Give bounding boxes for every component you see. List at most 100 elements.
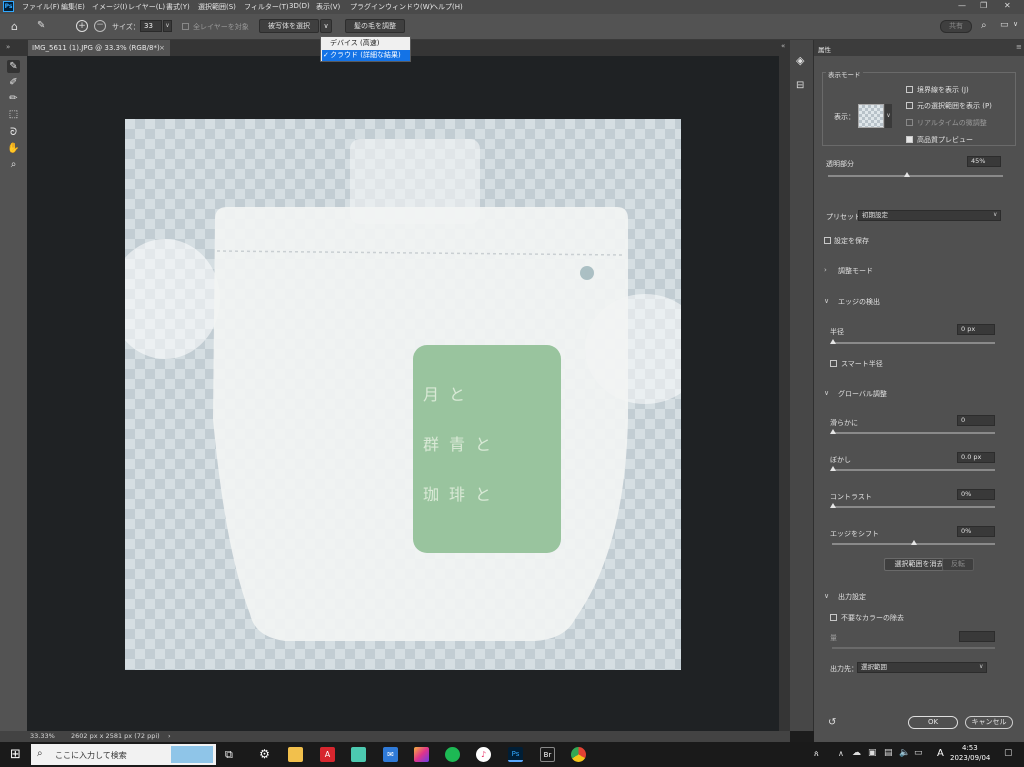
restore-icon[interactable]: ❐ — [980, 1, 987, 10]
reset-icon[interactable]: ↺ — [828, 717, 836, 728]
menu-image[interactable]: イメージ(I) — [92, 2, 127, 12]
clock-time[interactable]: 4:53 — [962, 744, 978, 752]
add-to-selection-icon[interactable]: + — [76, 20, 88, 32]
contrast-slider-thumb[interactable] — [830, 503, 836, 508]
chrome-icon[interactable] — [571, 747, 586, 762]
ok-button[interactable]: OK — [908, 716, 958, 729]
home-icon[interactable]: ⌂ — [11, 20, 18, 33]
menu-filter[interactable]: フィルター(T) — [244, 2, 289, 12]
windows-start-icon[interactable]: ⊞ — [10, 747, 21, 762]
subtract-selection-icon[interactable]: − — [94, 20, 106, 32]
task-view-icon[interactable]: ⧉ — [225, 747, 233, 762]
workspace-chevron-icon[interactable]: ∨ — [1013, 20, 1018, 28]
smooth-slider-thumb[interactable] — [830, 429, 836, 434]
all-layers-checkbox[interactable] — [182, 23, 189, 30]
cancel-button[interactable]: キャンセル — [965, 716, 1013, 729]
decontaminate-checkbox[interactable] — [830, 614, 837, 621]
shift-edge-input[interactable]: 0% — [957, 526, 995, 537]
view-thumbnail[interactable] — [858, 104, 884, 128]
close-icon[interactable]: ✕ — [1004, 1, 1011, 10]
zoom-level[interactable]: 33.33% — [30, 732, 55, 740]
smooth-input[interactable]: 0 — [957, 415, 995, 426]
ime-indicator[interactable]: A — [937, 748, 944, 759]
feather-input[interactable]: 0.0 px — [957, 452, 995, 463]
contrast-input[interactable]: 0% — [957, 489, 995, 500]
notification-icon[interactable]: ▢ — [1004, 748, 1013, 758]
file-explorer-icon[interactable] — [288, 747, 303, 762]
select-subject-chevron-icon[interactable]: ∨ — [320, 19, 332, 33]
output-settings-label[interactable]: 出力設定 — [838, 592, 866, 602]
keyboard-icon[interactable]: ▭ — [914, 748, 923, 758]
menu-select[interactable]: 選択範囲(S) — [198, 2, 236, 12]
smooth-slider[interactable] — [832, 432, 995, 434]
preset-chevron-icon[interactable]: ∨ — [993, 211, 997, 218]
brush-tool-icon[interactable]: ✏ — [7, 92, 20, 105]
amount-slider[interactable] — [832, 647, 995, 649]
network-icon[interactable]: ▣ — [868, 748, 877, 758]
settings-gear-icon[interactable]: ⚙ — [257, 747, 272, 762]
save-settings-checkbox[interactable] — [824, 237, 831, 244]
brush-tool-icon[interactable]: ✎ — [37, 20, 45, 31]
workspace-icon[interactable]: ▭ — [1000, 20, 1009, 30]
size-input[interactable]: 33 — [140, 20, 162, 32]
instagram-icon[interactable] — [414, 747, 429, 762]
collapse-panels-icon[interactable]: « — [781, 42, 785, 50]
output-to-chevron-icon[interactable]: ∨ — [979, 663, 983, 670]
object-selection-icon[interactable]: ⬚ — [7, 108, 20, 121]
app-icon[interactable] — [351, 747, 366, 762]
adjust-mode-chevron-icon[interactable]: › — [824, 266, 827, 274]
menu-plugins[interactable]: プラグイン — [350, 2, 385, 12]
photoshop-taskbar-icon[interactable]: Ps — [508, 747, 523, 762]
hq-preview-checkbox[interactable] — [906, 136, 913, 143]
adjust-mode-label[interactable]: 調整モード — [838, 266, 873, 276]
search-icon[interactable]: ⌕ — [981, 20, 987, 31]
lasso-tool-icon[interactable]: ᘐ — [7, 126, 20, 139]
share-button[interactable]: 共有 — [940, 20, 972, 33]
global-refine-chevron-icon[interactable]: ∨ — [824, 389, 829, 397]
contrast-slider[interactable] — [832, 506, 995, 508]
select-subject-button[interactable]: 被写体を選択 — [259, 19, 319, 33]
quick-selection-tool-icon[interactable]: ✎ — [7, 60, 20, 73]
radius-input[interactable]: 0 px — [957, 324, 995, 335]
layers-icon[interactable]: ◈ — [796, 54, 804, 67]
menu-edit[interactable]: 編集(E) — [61, 2, 85, 12]
dropdown-item-cloud[interactable]: ✓ クラウド (詳細な結果) — [322, 50, 410, 61]
music-icon[interactable]: ♪ — [476, 747, 491, 762]
edge-detection-label[interactable]: エッジの検出 — [838, 297, 880, 307]
bridge-taskbar-icon[interactable]: Br — [540, 747, 555, 762]
global-refine-label[interactable]: グローバル調整 — [838, 389, 887, 399]
people-icon[interactable]: ጰ — [814, 749, 819, 759]
menu-view[interactable]: 表示(V) — [316, 2, 340, 12]
radius-slider-thumb[interactable] — [830, 339, 836, 344]
show-original-checkbox[interactable] — [906, 102, 913, 109]
spotify-icon[interactable] — [445, 747, 460, 762]
radius-slider[interactable] — [832, 342, 995, 344]
hand-tool-icon[interactable]: ✋ — [7, 142, 20, 155]
transparency-slider-thumb[interactable] — [903, 172, 910, 177]
notes-icon[interactable]: ▤ — [884, 748, 893, 758]
output-settings-chevron-icon[interactable]: ∨ — [824, 592, 829, 600]
smart-radius-checkbox[interactable] — [830, 360, 837, 367]
volume-icon[interactable]: 🔈 — [899, 748, 910, 758]
status-chevron-icon[interactable]: › — [168, 732, 171, 740]
preset-select[interactable]: 初期設定 — [858, 210, 1001, 221]
menu-layer[interactable]: レイヤー(L) — [128, 2, 165, 12]
refine-hair-button[interactable]: 髪の毛を調整 — [345, 19, 405, 33]
refine-edge-brush-icon[interactable]: ✐ — [7, 76, 20, 89]
amount-input[interactable] — [959, 631, 995, 642]
properties-icon[interactable]: ⊟ — [796, 80, 804, 91]
menu-3d[interactable]: 3D(D) — [289, 2, 310, 10]
minimize-icon[interactable]: — — [958, 1, 966, 10]
show-edge-checkbox[interactable] — [906, 86, 913, 93]
edge-detection-chevron-icon[interactable]: ∨ — [824, 297, 829, 305]
document-tab[interactable]: IMG_5611 (1).JPG @ 33.3% (RGB/8*) × — [28, 40, 170, 56]
panel-menu-icon[interactable]: ≡ — [1016, 43, 1022, 51]
cloud-icon[interactable]: ☁ — [852, 748, 861, 758]
output-to-select[interactable]: 選択範囲 — [857, 662, 987, 673]
menu-file[interactable]: ファイル(F) — [22, 2, 60, 12]
menu-window[interactable]: ウィンドウ(W) — [385, 2, 432, 12]
shift-edge-slider-thumb[interactable] — [911, 540, 917, 545]
clock-date[interactable]: 2023/09/04 — [950, 754, 990, 762]
transparency-input[interactable]: 45% — [967, 156, 1001, 167]
menu-help[interactable]: ヘルプ(H) — [431, 2, 463, 12]
